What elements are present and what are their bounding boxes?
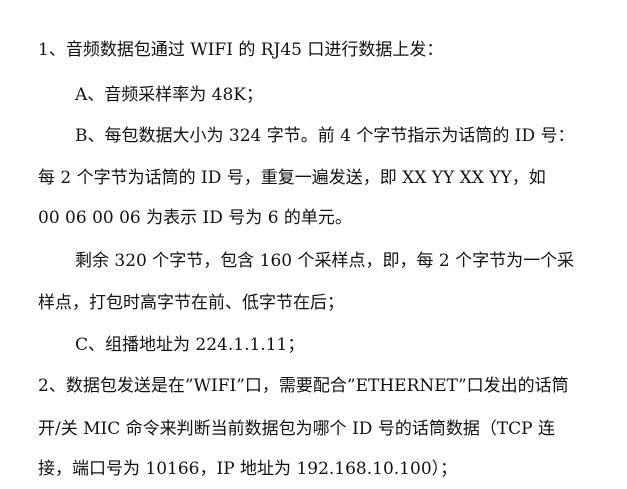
item-c-multicast: C、组播地址为 224.1.1.11； bbox=[75, 335, 305, 355]
document-page: 1、音频数据包通过 WIFI 的 RJ45 口进行数据上发： A、音频采样率为 … bbox=[0, 0, 627, 489]
item-a-sample-rate: A、音频采样率为 48K； bbox=[75, 85, 264, 105]
section-1-heading: 1、音频数据包通过 WIFI 的 RJ45 口进行数据上发： bbox=[38, 40, 444, 60]
remaining-bytes-cont: 样点，打包时高字节在前、低字节在后； bbox=[38, 293, 344, 313]
section-2-heading: 2、数据包发送是在”WIFI”口，需要配合”ETHERNET”口发出的话筒 bbox=[38, 376, 569, 396]
item-b-continued-2: 00 06 00 06 为表示 ID 号为 6 的单元。 bbox=[38, 208, 352, 228]
remaining-bytes-text: 剩余 320 个字节，包含 160 个采样点，即，每 2 个字节为一个采 bbox=[75, 251, 575, 271]
section-2-continued-1: 开/关 MIC 命令来判断当前数据包为哪个 ID 号的话筒数据（TCP 连 bbox=[38, 419, 556, 439]
section-2-continued-2: 接，端口号为 10166，IP 地址为 192.168.10.100）； bbox=[38, 459, 458, 479]
item-b-packet-size: B、每包数据大小为 324 字节。前 4 个字节指示为话筒的 ID 号： bbox=[75, 126, 575, 146]
item-b-continued-1: 每 2 个字节为话筒的 ID 号，重复一遍发送，即 XX YY XX YY，如 bbox=[38, 168, 546, 188]
